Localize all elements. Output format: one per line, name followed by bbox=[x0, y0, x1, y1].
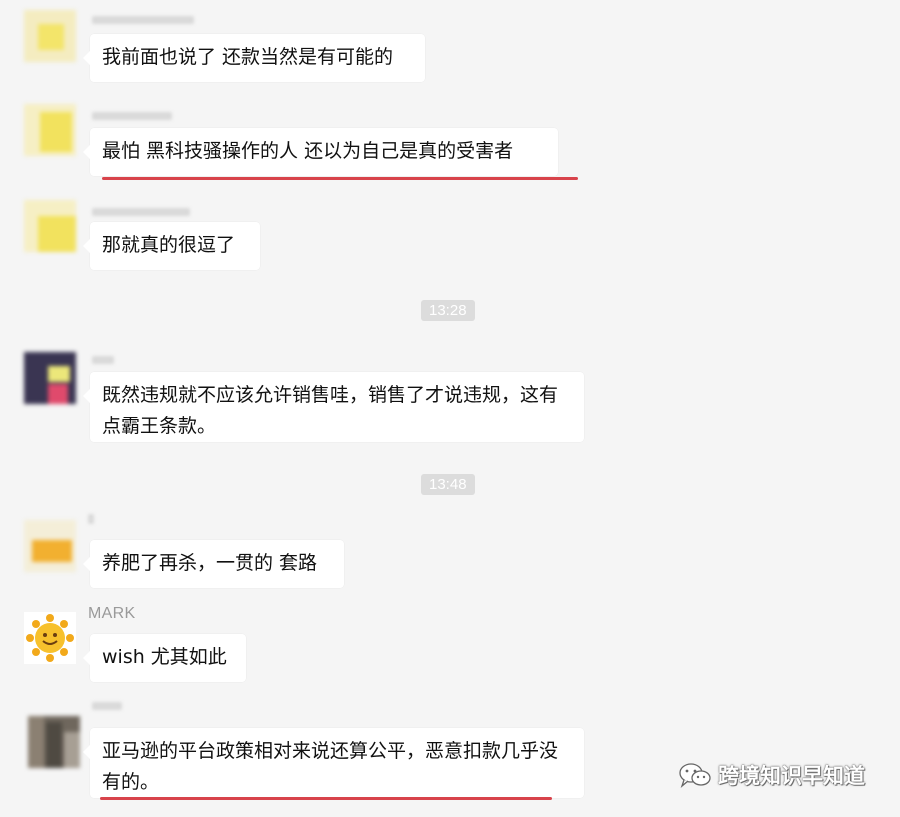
message-bubble[interactable]: wish 尤其如此 bbox=[83, 634, 246, 682]
avatar[interactable] bbox=[24, 352, 76, 404]
avatar[interactable] bbox=[24, 200, 76, 252]
sun-face-icon bbox=[24, 612, 76, 664]
message-bubble[interactable]: 最怕 黑科技骚操作的人 还以为自己是真的受害者 bbox=[83, 128, 558, 176]
avatar[interactable] bbox=[24, 104, 76, 156]
message-bubble[interactable]: 既然违规就不应该允许销售哇，销售了才说违规，这有点霸王条款。 bbox=[83, 372, 584, 442]
sender-name-blurred bbox=[92, 208, 190, 216]
highlight-underline bbox=[100, 797, 552, 800]
message-bubble[interactable]: 那就真的很逗了 bbox=[83, 222, 260, 270]
sender-name-blurred bbox=[92, 356, 114, 364]
message-text: 亚马逊的平台政策相对来说还算公平，恶意扣款几乎没有的。 bbox=[102, 740, 559, 793]
message-text: 养肥了再杀，一贯的 套路 bbox=[102, 552, 318, 574]
timestamp: 13:48 bbox=[421, 474, 475, 495]
avatar[interactable] bbox=[24, 10, 76, 62]
wechat-logo-icon bbox=[679, 763, 711, 788]
highlight-underline bbox=[102, 177, 578, 180]
message-text: wish 尤其如此 bbox=[102, 646, 227, 668]
avatar[interactable] bbox=[24, 612, 76, 664]
sender-name-blurred bbox=[92, 702, 122, 710]
message-bubble[interactable]: 我前面也说了 还款当然是有可能的 bbox=[83, 34, 425, 82]
avatar[interactable] bbox=[28, 716, 80, 768]
sender-name-blurred bbox=[92, 16, 194, 24]
sender-name-blurred bbox=[88, 514, 94, 524]
message-bubble[interactable]: 亚马逊的平台政策相对来说还算公平，恶意扣款几乎没有的。 bbox=[83, 728, 584, 798]
sender-name-blurred bbox=[92, 112, 172, 120]
timestamp: 13:28 bbox=[421, 300, 475, 321]
avatar[interactable] bbox=[24, 520, 76, 572]
message-text: 我前面也说了 还款当然是有可能的 bbox=[102, 46, 394, 68]
watermark-text: 跨境知识早知道 bbox=[718, 764, 865, 788]
message-text: 那就真的很逗了 bbox=[102, 234, 236, 256]
watermark: 跨境知识早知道 bbox=[678, 760, 865, 790]
message-bubble[interactable]: 养肥了再杀，一贯的 套路 bbox=[83, 540, 344, 588]
message-text: 既然违规就不应该允许销售哇，销售了才说违规，这有点霸王条款。 bbox=[102, 384, 559, 437]
message-text: 最怕 黑科技骚操作的人 还以为自己是真的受害者 bbox=[102, 140, 514, 162]
sender-name: MARK bbox=[88, 605, 136, 622]
